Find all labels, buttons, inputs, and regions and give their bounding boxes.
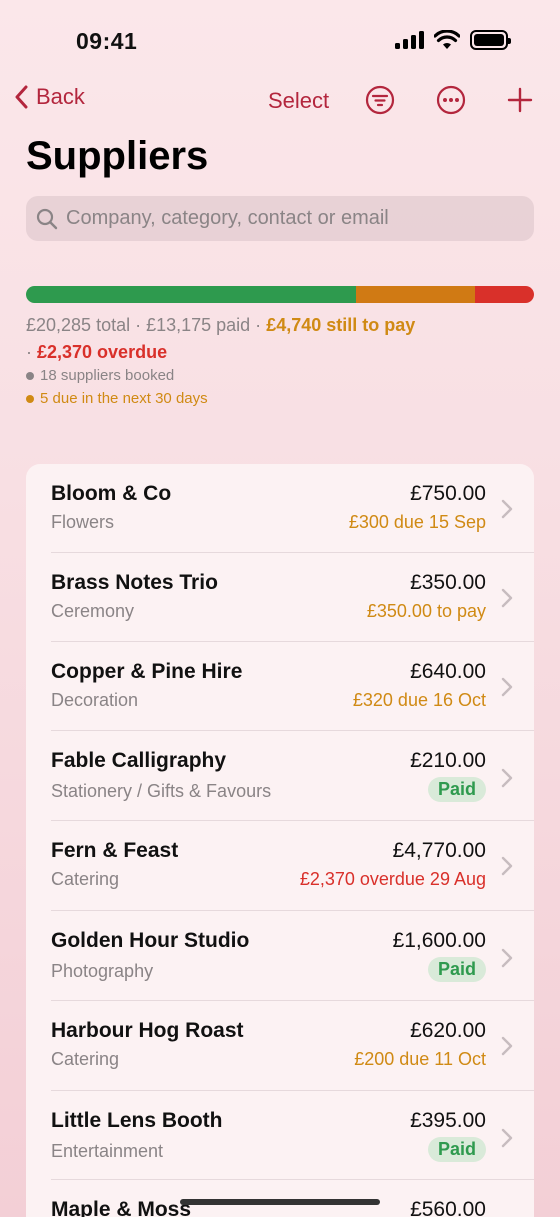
chevron-left-icon: [15, 85, 28, 109]
suppliers-booked-stat: 18 suppliers booked: [26, 367, 174, 384]
supplier-row[interactable]: Copper & Pine Hire £640.00 Decoration £320 …: [26, 642, 534, 731]
supplier-amount: £620.00: [410, 1019, 486, 1042]
payment-summary: £20,285 total · £13,175 paid · £4,740 st…: [26, 312, 534, 366]
due-soon-stat: 5 due in the next 30 days: [26, 390, 208, 407]
supplier-name: Harbour Hog Roast: [51, 1019, 244, 1042]
supplier-amount: £395.00: [410, 1109, 486, 1132]
supplier-category: Catering: [51, 869, 120, 889]
cellular-signal-icon: [395, 31, 424, 49]
status-bar: 09:41: [0, 0, 560, 80]
chevron-right-icon: [501, 768, 513, 788]
back-label: Back: [36, 84, 85, 109]
supplier-name: Bloom & Co: [51, 482, 172, 505]
home-indicator: [180, 1199, 380, 1205]
summary-to-pay: £4,740 still to pay: [266, 315, 416, 335]
payment-status: £300 due 15 Sep: [348, 512, 486, 532]
payment-progress-bar: [26, 286, 534, 303]
supplier-name: Fern & Feast: [51, 839, 179, 862]
supplier-row[interactable]: Golden Hour Studio £1,600.00 Photography Pa…: [26, 911, 534, 1001]
supplier-row[interactable]: Harbour Hog Roast £620.00 Catering £200 due…: [26, 1001, 534, 1091]
supplier-amount: £640.00: [410, 660, 486, 683]
supplier-row[interactable]: Brass Notes Trio £350.00 Ceremony £350.00 t…: [26, 553, 534, 642]
chevron-right-icon: [501, 499, 513, 518]
supplier-category: Ceremony: [51, 601, 135, 621]
chevron-right-icon: [501, 948, 513, 968]
supplier-category: Catering: [51, 1049, 120, 1069]
summary-separator: ·: [26, 342, 37, 362]
supplier-row[interactable]: Fable Calligraphy £210.00 Stationery / Gif…: [26, 731, 534, 821]
status-icons: [395, 30, 511, 50]
supplier-name: Brass Notes Trio: [51, 571, 218, 594]
more-options-icon[interactable]: [435, 84, 467, 116]
supplier-category: Entertainment: [51, 1141, 164, 1161]
status-time: 09:41: [76, 28, 138, 54]
supplier-amount: £750.00: [410, 482, 486, 505]
search-icon: [36, 208, 58, 229]
progress-paid-segment: [26, 286, 357, 303]
supplier-name: Little Lens Booth: [51, 1109, 223, 1132]
paid-badge: Paid: [427, 1137, 486, 1162]
supplier-list: Bloom & Co £750.00 Flowers £300 due 15 Sep B…: [26, 464, 534, 1217]
supplier-amount: £350.00: [410, 571, 486, 594]
supplier-category: Photography: [51, 961, 154, 981]
progress-to-pay-segment: [356, 286, 475, 303]
summary-totals: £20,285 total · £13,175 paid ·: [26, 315, 267, 335]
supplier-name: Fable Calligraphy: [51, 749, 227, 772]
payment-status: £200 due 11 Oct: [354, 1049, 486, 1069]
chevron-right-icon: [501, 677, 513, 696]
progress-overdue-segment: [474, 286, 534, 303]
chevron-right-icon: [501, 588, 513, 607]
navigation-bar: Back Select: [0, 78, 560, 122]
supplier-amount: £210.00: [410, 749, 486, 772]
supplier-name: Maple & Moss: [51, 1198, 192, 1217]
chevron-right-icon: [501, 856, 513, 876]
page-title: Suppliers: [26, 134, 209, 178]
payment-status: £320 due 16 Oct: [352, 690, 486, 710]
supplier-name: Copper & Pine Hire: [51, 660, 243, 683]
supplier-row[interactable]: Bloom & Co £750.00 Flowers £300 due 15 Sep: [26, 464, 534, 553]
summary-overdue: £2,370 overdue: [37, 342, 168, 362]
chevron-right-icon: [501, 1128, 513, 1147]
chevron-right-icon: [501, 1036, 513, 1056]
battery-icon: [470, 30, 511, 50]
supplier-amount: £560.00: [410, 1198, 486, 1217]
suppliers-booked-text: 18 suppliers booked: [40, 367, 175, 384]
grey-dot-icon: [26, 371, 34, 380]
supplier-category: Flowers: [51, 512, 115, 532]
search-placeholder: Company, category, contact or email: [66, 207, 389, 229]
select-button[interactable]: Select: [268, 88, 329, 114]
payment-status: £350.00 to pay: [366, 601, 486, 621]
filter-icon[interactable]: [364, 84, 396, 116]
orange-dot-icon: [26, 394, 34, 403]
wifi-icon: [434, 30, 460, 49]
add-icon[interactable]: [504, 84, 536, 116]
due-soon-text: 5 due in the next 30 days: [40, 390, 208, 407]
supplier-row[interactable]: Fern & Feast £4,770.00 Catering £2,370 over…: [26, 821, 534, 911]
supplier-row[interactable]: Little Lens Booth £395.00 Entertainment Pai…: [26, 1091, 534, 1180]
back-button[interactable]: Back: [14, 84, 85, 110]
supplier-name: Golden Hour Studio: [51, 929, 250, 952]
payment-status: £2,370 overdue 29 Aug: [299, 869, 486, 889]
supplier-category: Decoration: [51, 690, 139, 710]
supplier-category: Stationery / Gifts & Favours: [51, 781, 272, 801]
paid-badge: Paid: [427, 777, 486, 802]
paid-badge: Paid: [427, 957, 486, 982]
search-input[interactable]: Company, category, contact or email: [26, 196, 534, 241]
supplier-amount: £1,600.00: [392, 929, 486, 952]
supplier-amount: £4,770.00: [392, 839, 486, 862]
